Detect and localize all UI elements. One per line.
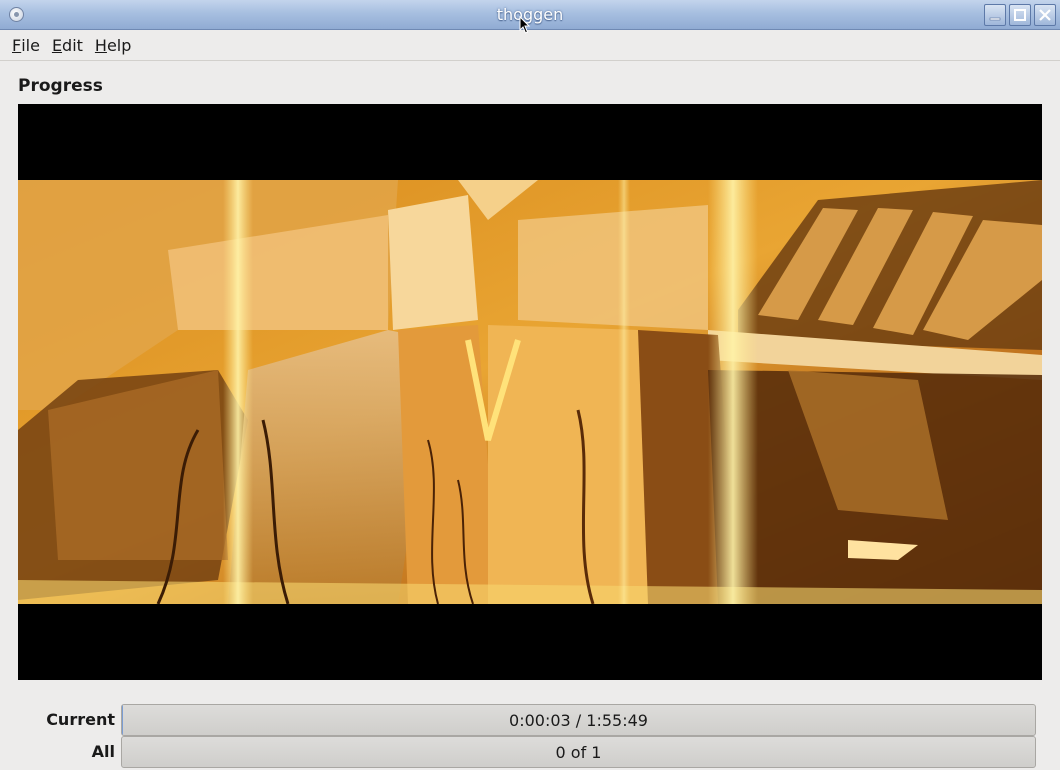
all-progress-text: 0 of 1 [555,742,602,762]
all-label: All [91,742,115,761]
menu-bar: File Edit Help [0,31,1060,61]
menu-file[interactable]: File [6,31,46,61]
close-button[interactable] [1034,4,1056,26]
current-label: Current [46,710,115,729]
title-bar[interactable]: thoggen [0,0,1060,34]
minimize-button[interactable] [984,4,1006,26]
current-progress-text: 0:00:03 / 1:55:49 [509,710,648,730]
video-preview [18,104,1042,680]
app-window: thoggen File E dit H elp Progress Curren… [0,0,1060,770]
current-progress-bar: 0:00:03 / 1:55:49 [121,704,1036,736]
minimize-icon [989,17,1001,21]
section-title: Progress [18,76,103,96]
video-frame [18,180,1042,604]
close-icon [1039,9,1051,21]
all-progress-bar: 0 of 1 [121,736,1036,768]
menu-help[interactable]: Help [89,31,137,61]
maximize-icon [1014,9,1026,21]
menu-edit[interactable]: Edit [46,31,89,61]
maximize-button[interactable] [1009,4,1031,26]
